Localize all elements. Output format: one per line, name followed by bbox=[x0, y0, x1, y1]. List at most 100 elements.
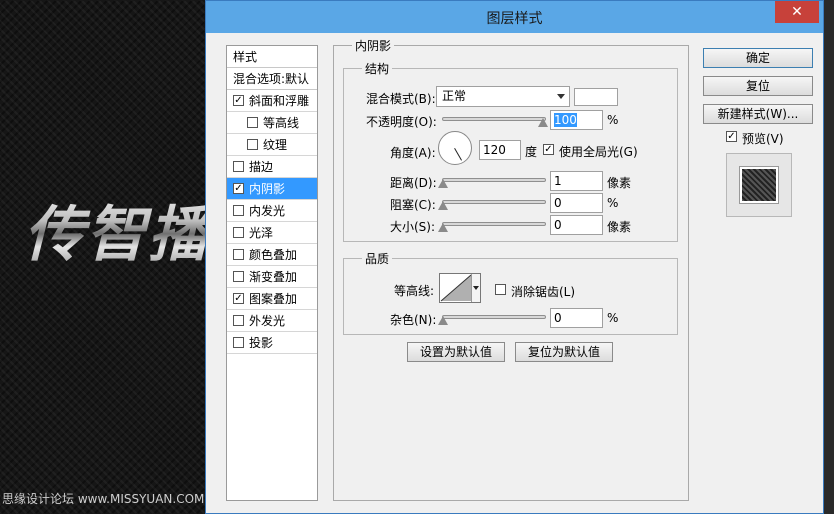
style-item-checkbox[interactable] bbox=[233, 161, 244, 172]
choke-unit: % bbox=[607, 196, 619, 210]
style-item-label: 投影 bbox=[249, 336, 274, 350]
noise-slider[interactable] bbox=[442, 315, 546, 319]
blend-mode-value: 正常 bbox=[442, 89, 467, 103]
distance-input[interactable]: 1 bbox=[550, 171, 603, 191]
angle-needle bbox=[454, 148, 462, 161]
choke-slider-thumb[interactable] bbox=[438, 201, 448, 210]
opacity-slider-thumb[interactable] bbox=[538, 118, 548, 127]
section-title: 内阴影 bbox=[352, 37, 395, 54]
new-style-button[interactable]: 新建样式(W)... bbox=[703, 104, 813, 124]
set-default-button[interactable]: 设置为默认值 bbox=[407, 342, 505, 362]
preview-checkbox[interactable] bbox=[726, 131, 737, 142]
style-item-label: 图案叠加 bbox=[249, 292, 298, 306]
size-input[interactable]: 0 bbox=[550, 215, 603, 235]
angle-input[interactable]: 120 bbox=[479, 140, 521, 160]
style-item[interactable]: 描边 bbox=[227, 156, 317, 178]
chevron-down-icon bbox=[473, 286, 479, 290]
style-item-label: 颜色叠加 bbox=[249, 248, 298, 262]
choke-label: 阻塞(C): bbox=[390, 198, 436, 212]
style-item-label: 外发光 bbox=[249, 314, 286, 328]
style-item[interactable]: 内发光 bbox=[227, 200, 317, 222]
app-edge bbox=[824, 0, 834, 514]
ok-button[interactable]: 确定 bbox=[703, 48, 813, 68]
style-item-label: 纹理 bbox=[263, 138, 288, 152]
reset-default-button[interactable]: 复位为默认值 bbox=[515, 342, 613, 362]
style-list: 样式 混合选项:默认 斜面和浮雕等高线纹理描边内阴影内发光光泽颜色叠加渐变叠加图… bbox=[226, 45, 318, 501]
layer-style-dialog: 图层样式 ✕ 样式 混合选项:默认 斜面和浮雕等高线纹理描边内阴影内发光光泽颜色… bbox=[205, 0, 824, 514]
style-item-checkbox[interactable] bbox=[233, 205, 244, 216]
style-item-checkbox[interactable] bbox=[233, 227, 244, 238]
noise-input[interactable]: 0 bbox=[550, 308, 603, 328]
style-item-checkbox[interactable] bbox=[247, 139, 258, 150]
style-item-checkbox[interactable] bbox=[233, 293, 244, 304]
anti-alias-label: 消除锯齿(L) bbox=[511, 285, 576, 299]
global-light-checkbox[interactable] bbox=[543, 144, 554, 155]
style-item-label: 内发光 bbox=[249, 204, 286, 218]
style-item-label: 等高线 bbox=[263, 116, 300, 130]
style-item[interactable]: 渐变叠加 bbox=[227, 266, 317, 288]
contour-dropdown[interactable] bbox=[471, 274, 480, 302]
angle-unit: 度 bbox=[525, 145, 538, 159]
style-item[interactable]: 颜色叠加 bbox=[227, 244, 317, 266]
style-item-checkbox[interactable] bbox=[233, 95, 244, 106]
style-item[interactable]: 图案叠加 bbox=[227, 288, 317, 310]
inner-shadow-panel: 内阴影 结构 混合模式(B): 正常 不透明度(O): 100 % 角度(A): bbox=[333, 37, 689, 501]
dialog-titlebar[interactable]: 图层样式 ✕ bbox=[206, 1, 823, 33]
style-item[interactable]: 外发光 bbox=[227, 310, 317, 332]
blend-mode-label: 混合模式(B): bbox=[366, 92, 436, 106]
angle-dial[interactable] bbox=[438, 131, 472, 165]
style-item[interactable]: 纹理 bbox=[227, 134, 317, 156]
opacity-unit: % bbox=[607, 113, 619, 127]
style-item-checkbox[interactable] bbox=[247, 117, 258, 128]
quality-title: 品质 bbox=[362, 250, 393, 267]
close-button[interactable]: ✕ bbox=[775, 1, 819, 23]
style-item-label: 内阴影 bbox=[249, 182, 286, 196]
contour-picker[interactable] bbox=[439, 273, 481, 303]
dialog-body: 样式 混合选项:默认 斜面和浮雕等高线纹理描边内阴影内发光光泽颜色叠加渐变叠加图… bbox=[206, 33, 823, 513]
contour-label: 等高线: bbox=[394, 284, 435, 298]
opacity-input[interactable]: 100 bbox=[550, 110, 603, 130]
opacity-slider[interactable] bbox=[442, 117, 546, 121]
dialog-title: 图层样式 bbox=[486, 11, 543, 27]
styles-header[interactable]: 样式 bbox=[227, 46, 317, 68]
style-item-checkbox[interactable] bbox=[233, 249, 244, 260]
reset-button[interactable]: 复位 bbox=[703, 76, 813, 96]
noise-label: 杂色(N): bbox=[390, 313, 437, 327]
distance-slider-thumb[interactable] bbox=[438, 179, 448, 188]
distance-label: 距离(D): bbox=[390, 176, 437, 190]
style-item-label: 渐变叠加 bbox=[249, 270, 298, 284]
style-item-checkbox[interactable] bbox=[233, 183, 244, 194]
choke-slider[interactable] bbox=[442, 200, 546, 204]
style-item-checkbox[interactable] bbox=[233, 315, 244, 326]
close-icon: ✕ bbox=[791, 4, 803, 20]
preview-thumbnail bbox=[740, 167, 778, 203]
structure-title: 结构 bbox=[362, 60, 393, 77]
noise-slider-thumb[interactable] bbox=[438, 316, 448, 325]
distance-slider[interactable] bbox=[442, 178, 546, 182]
style-item[interactable]: 等高线 bbox=[227, 112, 317, 134]
style-item-checkbox[interactable] bbox=[233, 337, 244, 348]
style-item[interactable]: 斜面和浮雕 bbox=[227, 90, 317, 112]
shadow-color-swatch[interactable] bbox=[574, 88, 618, 106]
choke-input[interactable]: 0 bbox=[550, 193, 603, 213]
blend-options-item[interactable]: 混合选项:默认 bbox=[227, 68, 317, 90]
style-item-checkbox[interactable] bbox=[233, 271, 244, 282]
size-label: 大小(S): bbox=[390, 220, 436, 234]
contour-curve-icon bbox=[440, 274, 472, 302]
preview-label: 预览(V) bbox=[742, 132, 784, 146]
blend-mode-select[interactable]: 正常 bbox=[436, 86, 570, 107]
distance-unit: 像素 bbox=[607, 176, 632, 190]
style-item[interactable]: 投影 bbox=[227, 332, 317, 354]
anti-alias-checkbox[interactable] bbox=[495, 284, 506, 295]
style-item[interactable]: 内阴影 bbox=[227, 178, 317, 200]
angle-label: 角度(A): bbox=[390, 146, 436, 160]
style-item-label: 斜面和浮雕 bbox=[249, 94, 310, 108]
size-unit: 像素 bbox=[607, 220, 632, 234]
size-slider-thumb[interactable] bbox=[438, 223, 448, 232]
size-slider[interactable] bbox=[442, 222, 546, 226]
structure-group: 结构 混合模式(B): 正常 不透明度(O): 100 % 角度(A): 120… bbox=[343, 60, 678, 242]
watermark: 思缘设计论坛 www.MISSYUAN.COM bbox=[2, 492, 205, 506]
noise-unit: % bbox=[607, 311, 619, 325]
chevron-down-icon bbox=[557, 94, 565, 99]
style-item[interactable]: 光泽 bbox=[227, 222, 317, 244]
